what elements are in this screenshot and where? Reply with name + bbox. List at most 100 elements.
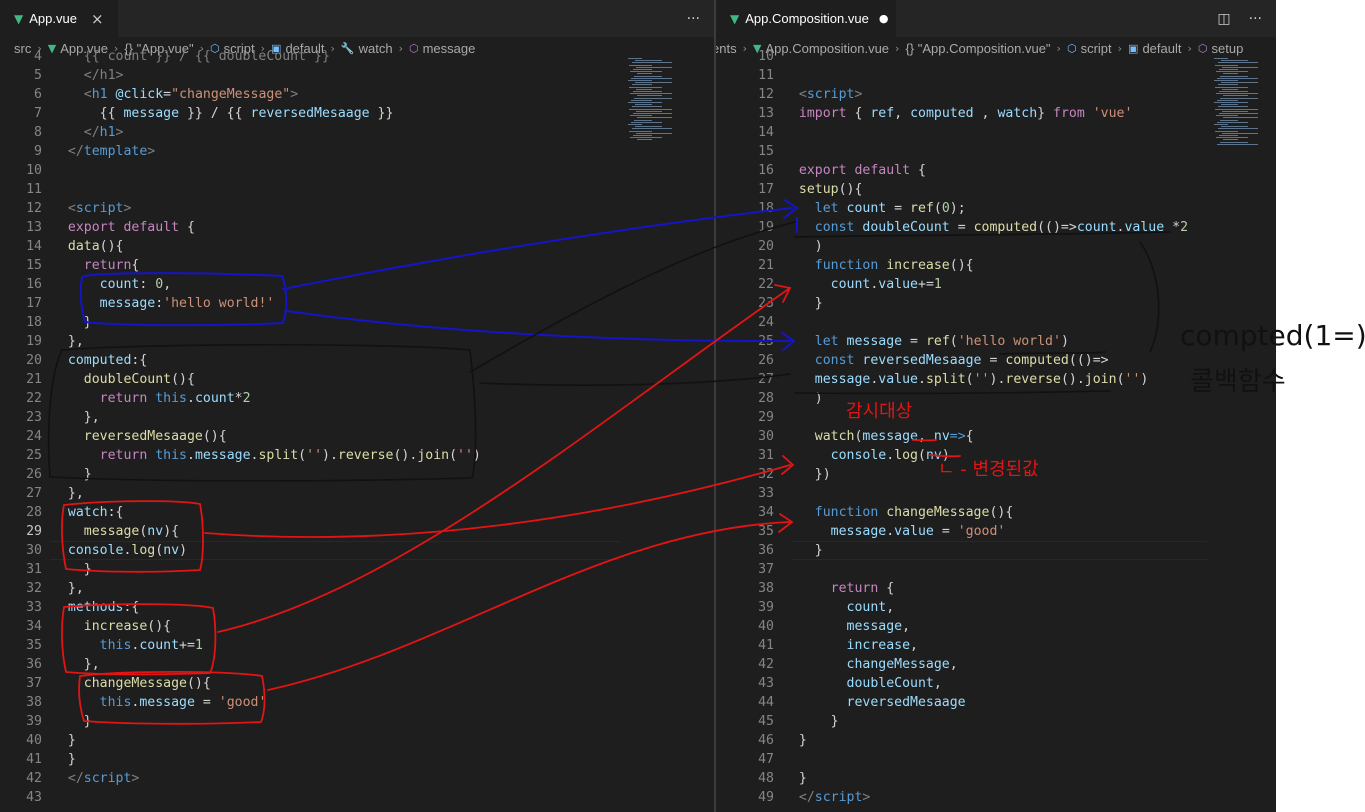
code-line[interactable]: 26 const reversedMesaage = computed(()=>: [716, 351, 1276, 370]
code-line[interactable]: 15 return{: [0, 256, 700, 275]
split-editor-icon[interactable]: ◫: [1217, 11, 1230, 27]
code-line[interactable]: 38 return {: [716, 579, 1276, 598]
code-line[interactable]: 14: [716, 123, 1276, 142]
code-line[interactable]: 36 }: [716, 541, 1276, 560]
code-line[interactable]: 43: [0, 788, 700, 807]
minimap-line: [1221, 60, 1248, 62]
code-line[interactable]: 28 ): [716, 389, 1276, 408]
code-token: }} / {{: [179, 106, 251, 121]
code-line[interactable]: 33 methods:{: [0, 598, 700, 617]
code-line[interactable]: 17 message:'hello world!': [0, 294, 700, 313]
code-line[interactable]: 27 },: [0, 484, 700, 503]
code-line[interactable]: 30 watch(message, nv=>{: [716, 427, 1276, 446]
code-line[interactable]: 35 message.value = 'good': [716, 522, 1276, 541]
code-line[interactable]: 19 },: [0, 332, 700, 351]
code-line[interactable]: 37: [716, 560, 1276, 579]
code-line[interactable]: 40 message,: [716, 617, 1276, 636]
code-line[interactable]: 32 }): [716, 465, 1276, 484]
code-line[interactable]: 16 count: 0,: [0, 275, 700, 294]
code-line[interactable]: 10: [716, 47, 1276, 66]
code-line[interactable]: 38 this.message = 'good': [0, 693, 700, 712]
code-line[interactable]: 26 }: [0, 465, 700, 484]
code-line[interactable]: 25 return this.message.split('').reverse…: [0, 446, 700, 465]
code-line[interactable]: 5 </h1>: [0, 66, 700, 85]
more-actions-icon[interactable]: ···: [687, 11, 700, 27]
code-line[interactable]: 21 doubleCount(){: [0, 370, 700, 389]
code-line[interactable]: 8 </h1>: [0, 123, 700, 142]
left-editor-pane[interactable]: ▼ App.vue × ··· src › ▼ App.vue ›{} "App.vue…: [0, 0, 714, 812]
code-line[interactable]: 13 import { ref, computed , watch} from …: [716, 104, 1276, 123]
code-line[interactable]: 12 <script>: [0, 199, 700, 218]
right-editor-pane[interactable]: ▼ App.Composition.vue ● ◫ ··· ents›▼App.…: [716, 0, 1276, 812]
minimap-left[interactable]: [628, 58, 680, 148]
code-line[interactable]: 15: [716, 142, 1276, 161]
minimap-line: [1221, 126, 1248, 128]
code-line[interactable]: 49 </script>: [716, 788, 1276, 807]
code-line[interactable]: 41 increase,: [716, 636, 1276, 655]
code-line[interactable]: 17 setup(){: [716, 180, 1276, 199]
code-text: <h1 @click="changeMessage">: [52, 85, 298, 104]
code-line[interactable]: 6 <h1 @click="changeMessage">: [0, 85, 700, 104]
code-line[interactable]: 41 }: [0, 750, 700, 769]
code-line[interactable]: 14 data(){: [0, 237, 700, 256]
code-line[interactable]: 4 {{ count }} / {{ doubleCount }}: [0, 47, 700, 66]
code-line[interactable]: 42 </script>: [0, 769, 700, 788]
code-line[interactable]: 39 count,: [716, 598, 1276, 617]
code-line[interactable]: 32 },: [0, 579, 700, 598]
minimap-right[interactable]: [1214, 58, 1266, 148]
code-line[interactable]: 12 <script>: [716, 85, 1276, 104]
code-line[interactable]: 19 const doubleCount = computed(()=>coun…: [716, 218, 1276, 237]
code-line[interactable]: 21 function increase(){: [716, 256, 1276, 275]
code-line[interactable]: 20 ): [716, 237, 1276, 256]
code-line[interactable]: 27 message.value.split('').reverse().joi…: [716, 370, 1276, 389]
code-line[interactable]: 24 reversedMesaage(){: [0, 427, 700, 446]
code-line[interactable]: 44 reversedMesaage: [716, 693, 1276, 712]
code-text: ): [783, 389, 823, 408]
code-token: join: [1084, 372, 1117, 387]
code-line[interactable]: 13 export default {: [0, 218, 700, 237]
code-line[interactable]: 24: [716, 313, 1276, 332]
tab-app-composition-vue[interactable]: ▼ App.Composition.vue ●: [716, 0, 896, 37]
code-line[interactable]: 16 export default {: [716, 161, 1276, 180]
code-line[interactable]: 42 changeMessage,: [716, 655, 1276, 674]
code-line[interactable]: 11: [716, 66, 1276, 85]
code-line[interactable]: 37 changeMessage(){: [0, 674, 700, 693]
code-line[interactable]: 10: [0, 161, 700, 180]
code-line[interactable]: 36 },: [0, 655, 700, 674]
code-line[interactable]: 18 }: [0, 313, 700, 332]
code-line[interactable]: 29: [716, 408, 1276, 427]
code-line[interactable]: 45 }: [716, 712, 1276, 731]
code-line[interactable]: 47: [716, 750, 1276, 769]
code-line[interactable]: 23 }: [716, 294, 1276, 313]
code-line[interactable]: 29 message(nv){: [0, 522, 700, 541]
line-number: 39: [758, 600, 774, 615]
code-line[interactable]: 40 }: [0, 731, 700, 750]
code-line[interactable]: 18 let count = ref(0);: [716, 199, 1276, 218]
code-line[interactable]: 11: [0, 180, 700, 199]
code-line[interactable]: 28 watch:{: [0, 503, 700, 522]
tab-app-vue[interactable]: ▼ App.vue ×: [0, 0, 118, 37]
code-line[interactable]: 48 }: [716, 769, 1276, 788]
code-line[interactable]: 23 },: [0, 408, 700, 427]
close-tab-icon[interactable]: ×: [91, 10, 104, 28]
code-line[interactable]: 43 doubleCount,: [716, 674, 1276, 693]
code-token: return: [783, 581, 879, 596]
code-line[interactable]: 30 console.log(nv): [0, 541, 700, 560]
code-line[interactable]: 25 let message = ref('hello world'): [716, 332, 1276, 351]
code-line[interactable]: 22 return this.count*2: [0, 389, 700, 408]
code-line[interactable]: 34 function changeMessage(){: [716, 503, 1276, 522]
code-line[interactable]: 20 computed:{: [0, 351, 700, 370]
code-line[interactable]: 31 }: [0, 560, 700, 579]
code-line[interactable]: 9 </template>: [0, 142, 700, 161]
code-line[interactable]: 39 }: [0, 712, 700, 731]
code-line[interactable]: 22 count.value+=1: [716, 275, 1276, 294]
more-actions-icon[interactable]: ···: [1249, 11, 1262, 27]
code-line[interactable]: 34 increase(){: [0, 617, 700, 636]
code-line[interactable]: 33: [716, 484, 1276, 503]
code-text: return{: [52, 256, 140, 275]
code-line[interactable]: 7 {{ message }} / {{ reversedMesaage }}: [0, 104, 700, 123]
code-line[interactable]: 35 this.count+=1: [0, 636, 700, 655]
code-line[interactable]: 31 console.log(nv): [716, 446, 1276, 465]
unsaved-dot-icon[interactable]: ●: [879, 12, 889, 25]
code-line[interactable]: 46 }: [716, 731, 1276, 750]
